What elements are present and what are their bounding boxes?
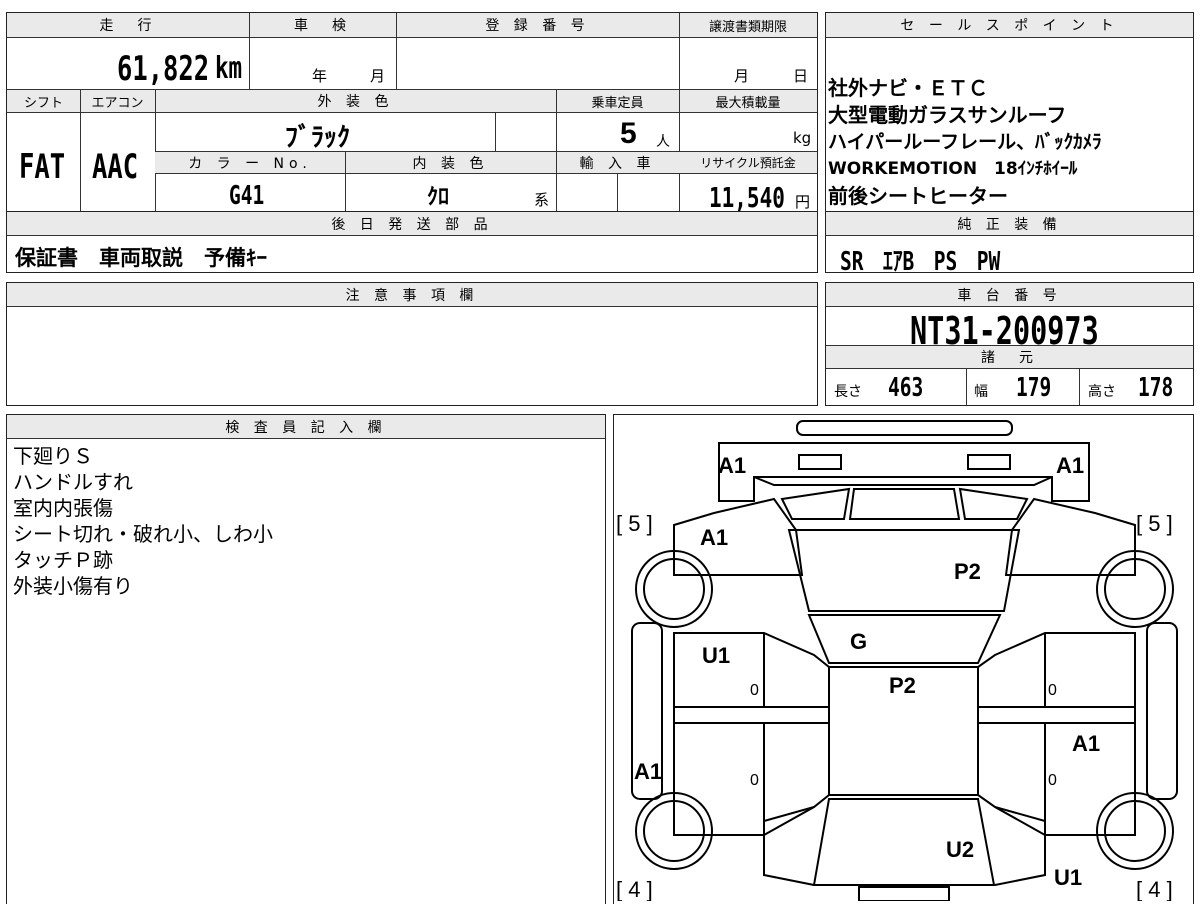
tire-front-left: [ 5 ]	[616, 511, 653, 536]
transfer-day: 日	[793, 67, 809, 85]
inspector-note: 下廻りＳ	[13, 444, 93, 468]
inspector-note: タッチＰ跡	[13, 548, 113, 572]
inspection-month: 月	[370, 67, 386, 85]
mileage-header: 走 行	[7, 13, 249, 38]
width-label: 幅	[974, 384, 988, 400]
capacity-value: 5	[620, 117, 637, 150]
mark-front-right: A1	[1056, 453, 1084, 478]
inspector-note: ハンドルすれ	[13, 470, 133, 494]
mark-bonnet: P2	[954, 559, 981, 584]
mark-door-front-right-zero: 0	[1048, 682, 1057, 699]
chassis-header: 車 台 番 号	[826, 283, 1193, 307]
sales-point-line: 大型電動ガラスサンルーフ	[828, 103, 1067, 127]
interior-header: 内 装 色	[345, 152, 556, 174]
inspector-note: 室内内張傷	[13, 496, 113, 520]
sales-point-line: WORKEMOTION 18ｲﾝﾁﾎｲｰﾙ	[828, 159, 1078, 179]
equipment-header: 純 正 装 備	[826, 212, 1193, 236]
inspector-notes: 下廻りＳ ハンドルすれ 室内内張傷 シート切れ・破れ小、しわ小 タッチＰ跡 外装…	[13, 443, 273, 599]
interior-unit: 系	[534, 191, 550, 209]
mark-rear-center: U2	[946, 837, 974, 862]
sales-point-line: 前後シートヒーター	[828, 184, 1008, 208]
recycle-header: リサイクル預託金	[679, 152, 817, 174]
specs-header: 諸 元	[826, 345, 1193, 369]
vehicle-info-grid: 走 行 車 検 登 録 番 号 譲渡書類期限 61,822 km 年 月 月 日…	[6, 12, 818, 214]
sales-points-list: 社外ナビ・ＥＴＣ 大型電動ガラスサンルーフ ハイパールーフレール、ﾊﾞｯｸｶﾒﾗ…	[828, 75, 1102, 210]
mark-door-front-left-zero: 0	[750, 682, 759, 699]
length-label: 長さ	[834, 384, 862, 400]
later-parts-box: 後 日 発 送 部 品 保証書 車両取説 予備ｷｰ	[6, 211, 818, 273]
registration-header: 登 録 番 号	[396, 13, 679, 38]
capacity-header: 乗車定員	[556, 90, 679, 113]
mark-door-front-left: U1	[702, 643, 730, 668]
width-value: 179	[1016, 373, 1052, 403]
transfer-header: 譲渡書類期限	[679, 13, 817, 38]
length-value: 463	[888, 373, 924, 403]
shift-value: FAT	[19, 147, 66, 187]
sales-points-box: セ ー ル ス ポ イ ン ト 社外ナビ・ＥＴＣ 大型電動ガラスサンルーフ ハイ…	[825, 12, 1194, 212]
exterior-header: 外 装 色	[155, 90, 556, 113]
car-diagram: A1 A1 A1 P2 G P2 U1 A1 A1 U2 U1 0 0 0 0 …	[616, 420, 1178, 901]
equipment-box: 純 正 装 備 SR ｴｱB PS PW	[825, 211, 1194, 277]
maxload-unit: kg	[793, 129, 812, 147]
caution-header: 注 意 事 項 欄	[7, 283, 817, 307]
mark-rear-right: U1	[1054, 865, 1082, 890]
mark-front-left: A1	[718, 453, 746, 478]
mark-windshield: G	[850, 629, 867, 654]
aircon-header: エアコン	[80, 90, 155, 113]
mileage-unit: km	[215, 51, 243, 86]
mark-roof: P2	[889, 673, 916, 698]
inspector-note: 外装小傷有り	[13, 574, 133, 598]
import-header: 輸 入 車	[556, 152, 679, 174]
interior-value: ｸﾛ	[427, 184, 450, 209]
aircon-value: AAC	[92, 147, 139, 187]
mark-door-rear-left-zero: 0	[750, 772, 759, 789]
height-label: 高さ	[1088, 384, 1116, 400]
mark-rear-left: A1	[634, 759, 662, 784]
chassis-box: 車 台 番 号 NT31-200973 諸 元 長さ 463 幅 179 高さ …	[825, 282, 1194, 406]
later-parts-value: 保証書 車両取説 予備ｷｰ	[15, 246, 267, 270]
later-parts-header: 後 日 発 送 部 品	[7, 212, 817, 236]
maxload-header: 最大積載量	[679, 90, 817, 113]
inspection-header: 車 検	[249, 13, 396, 38]
mark-fender-left: A1	[700, 525, 728, 550]
exterior-value: ﾌﾞﾗｯｸ	[285, 122, 351, 152]
sales-point-line: 社外ナビ・ＥＴＣ	[828, 76, 988, 100]
sales-points-header: セ ー ル ス ポ イ ン ト	[826, 13, 1193, 38]
color-no-header: カ ラ ー No.	[155, 152, 345, 174]
tire-rear-right: [ 4 ]	[1136, 877, 1173, 901]
equipment-value: SR ｴｱB PS PW	[840, 247, 1001, 277]
transfer-month: 月	[734, 67, 750, 85]
capacity-unit: 人	[656, 134, 670, 150]
mark-door-rear-right: A1	[1072, 731, 1100, 756]
tire-front-right: [ 5 ]	[1136, 511, 1173, 536]
inspection-year: 年	[312, 67, 328, 85]
shift-header: シフト	[7, 90, 80, 113]
height-value: 178	[1138, 373, 1174, 403]
car-diagram-box: A1 A1 A1 P2 G P2 U1 A1 A1 U2 U1 0 0 0 0 …	[613, 414, 1194, 904]
inspector-box: 検 査 員 記 入 欄 下廻りＳ ハンドルすれ 室内内張傷 シート切れ・破れ小、…	[6, 414, 606, 904]
recycle-unit: 円	[795, 193, 811, 211]
tire-rear-left: [ 4 ]	[616, 877, 653, 901]
inspector-header: 検 査 員 記 入 欄	[7, 415, 605, 439]
inspector-note: シート切れ・破れ小、しわ小	[13, 522, 273, 546]
mark-door-rear-right-zero: 0	[1048, 772, 1057, 789]
caution-box: 注 意 事 項 欄	[6, 282, 818, 406]
color-no-value: G41	[229, 181, 265, 211]
sales-point-line: ハイパールーフレール、ﾊﾞｯｸｶﾒﾗ	[828, 131, 1102, 153]
